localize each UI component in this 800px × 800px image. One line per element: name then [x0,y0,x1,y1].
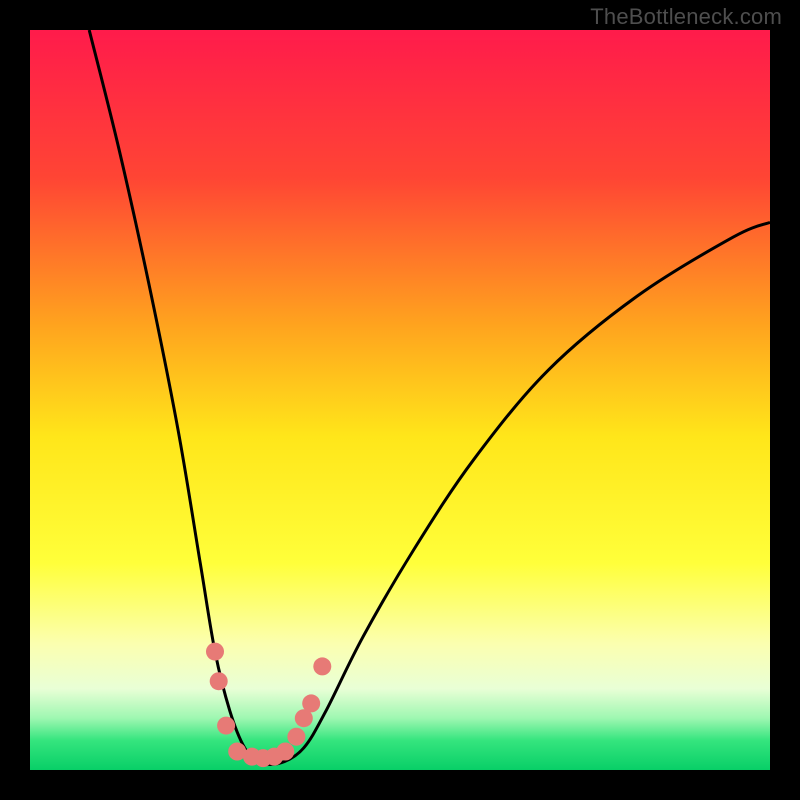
curve-dot [313,657,331,675]
plot-background [30,30,770,770]
bottleneck-chart [0,0,800,800]
curve-dot [287,728,305,746]
watermark-text: TheBottleneck.com [590,4,782,30]
curve-dot [276,743,294,761]
curve-dot [210,672,228,690]
curve-dot [302,694,320,712]
curve-dot [206,643,224,661]
chart-frame: TheBottleneck.com [0,0,800,800]
curve-dot [217,717,235,735]
